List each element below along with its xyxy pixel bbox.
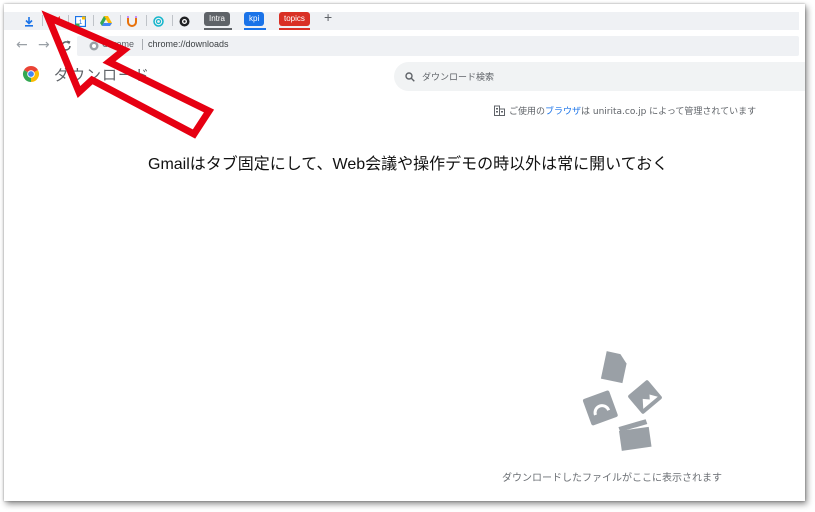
- annotation-arrow: [41, 10, 215, 139]
- browser-window: 1 Intra kpi topics + ← → Chrome chrome:/…: [4, 4, 805, 501]
